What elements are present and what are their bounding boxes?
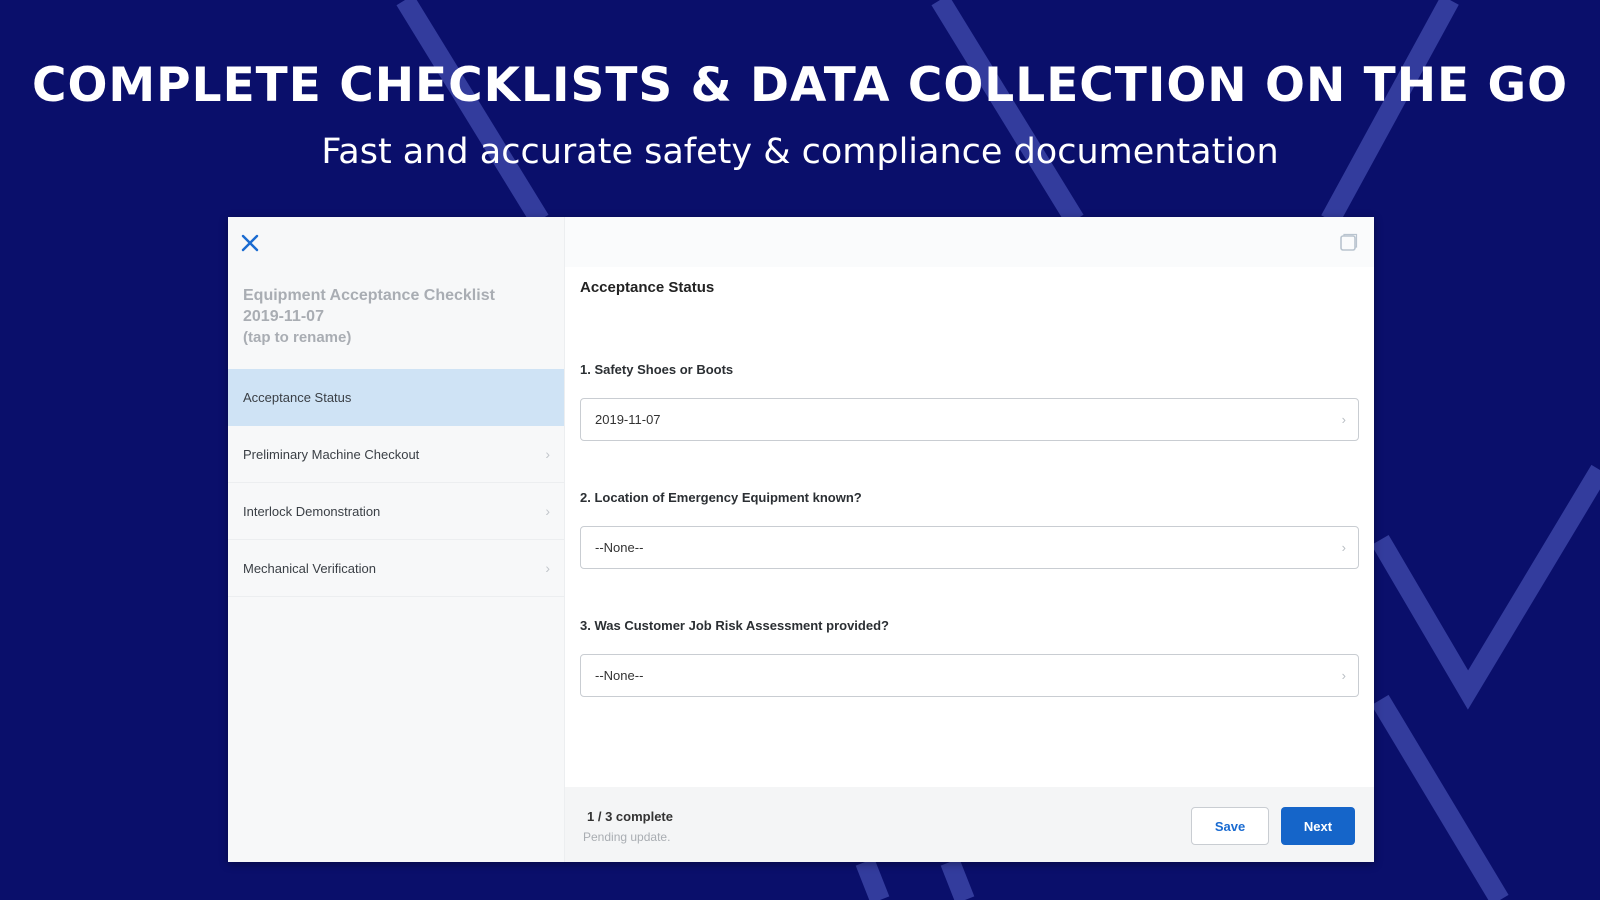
document-title[interactable]: Equipment Acceptance Checklist 2019-11-0… <box>243 285 553 348</box>
rename-hint: (tap to rename) <box>243 329 352 346</box>
question-label: 3. Was Customer Job Risk Assessment prov… <box>580 618 889 633</box>
subheadline: Fast and accurate safety & compliance do… <box>321 132 1279 172</box>
progress-text: 1 / 3 complete <box>587 809 673 824</box>
footer-bar: 1 / 3 complete Pending update. Save Next <box>565 787 1374 862</box>
headline: COMPLETE CHECKLISTS & DATA COLLECTION ON… <box>31 58 1569 113</box>
nav-item-label: Preliminary Machine Checkout <box>243 446 420 462</box>
field-value: --None-- <box>595 668 644 683</box>
question-label: 1. Safety Shoes or Boots <box>580 362 734 377</box>
field-value: 2019-11-07 <box>595 412 661 427</box>
status-text: Pending update. <box>583 830 671 844</box>
expand-button[interactable] <box>1338 233 1358 253</box>
risk-assessment-field[interactable]: --None-- › <box>580 654 1359 697</box>
chevron-right-icon: › <box>1341 540 1346 555</box>
chevron-right-icon: › <box>545 446 550 462</box>
next-button[interactable]: Next <box>1281 807 1355 845</box>
document-title-name: Equipment Acceptance Checklist <box>243 287 495 304</box>
nav-item-label: Mechanical Verification <box>243 560 376 576</box>
chevron-right-icon: › <box>1341 668 1346 683</box>
nav-item-label: Interlock Demonstration <box>243 503 381 519</box>
section-nav: Acceptance Status Preliminary Machine Ch… <box>228 369 564 597</box>
app-window: Equipment Acceptance Checklist 2019-11-0… <box>228 217 1374 862</box>
nav-item-preliminary-machine-checkout[interactable]: Preliminary Machine Checkout › <box>228 426 564 483</box>
expand-icon <box>1340 233 1358 251</box>
question-label: 2. Location of Emergency Equipment known… <box>580 490 862 505</box>
sidebar: Equipment Acceptance Checklist 2019-11-0… <box>228 217 565 862</box>
close-button[interactable] <box>238 231 262 255</box>
nav-item-interlock-demonstration[interactable]: Interlock Demonstration › <box>228 483 564 540</box>
safety-shoes-field[interactable]: 2019-11-07 › <box>580 398 1359 441</box>
document-title-date: 2019-11-07 <box>243 308 324 325</box>
chevron-right-icon: › <box>1341 412 1346 427</box>
nav-item-acceptance-status[interactable]: Acceptance Status <box>228 369 564 426</box>
chevron-right-icon: › <box>545 560 550 576</box>
close-icon <box>241 234 259 252</box>
field-value: --None-- <box>595 540 644 555</box>
chevron-right-icon: › <box>545 503 550 519</box>
emergency-equipment-field[interactable]: --None-- › <box>580 526 1359 569</box>
nav-item-mechanical-verification[interactable]: Mechanical Verification › <box>228 540 564 597</box>
save-button[interactable]: Save <box>1191 807 1269 845</box>
main-panel: Acceptance Status 1. Safety Shoes or Boo… <box>565 217 1374 862</box>
section-title: Acceptance Status <box>580 279 715 296</box>
nav-item-label: Acceptance Status <box>243 390 352 405</box>
main-topbar <box>565 217 1374 267</box>
